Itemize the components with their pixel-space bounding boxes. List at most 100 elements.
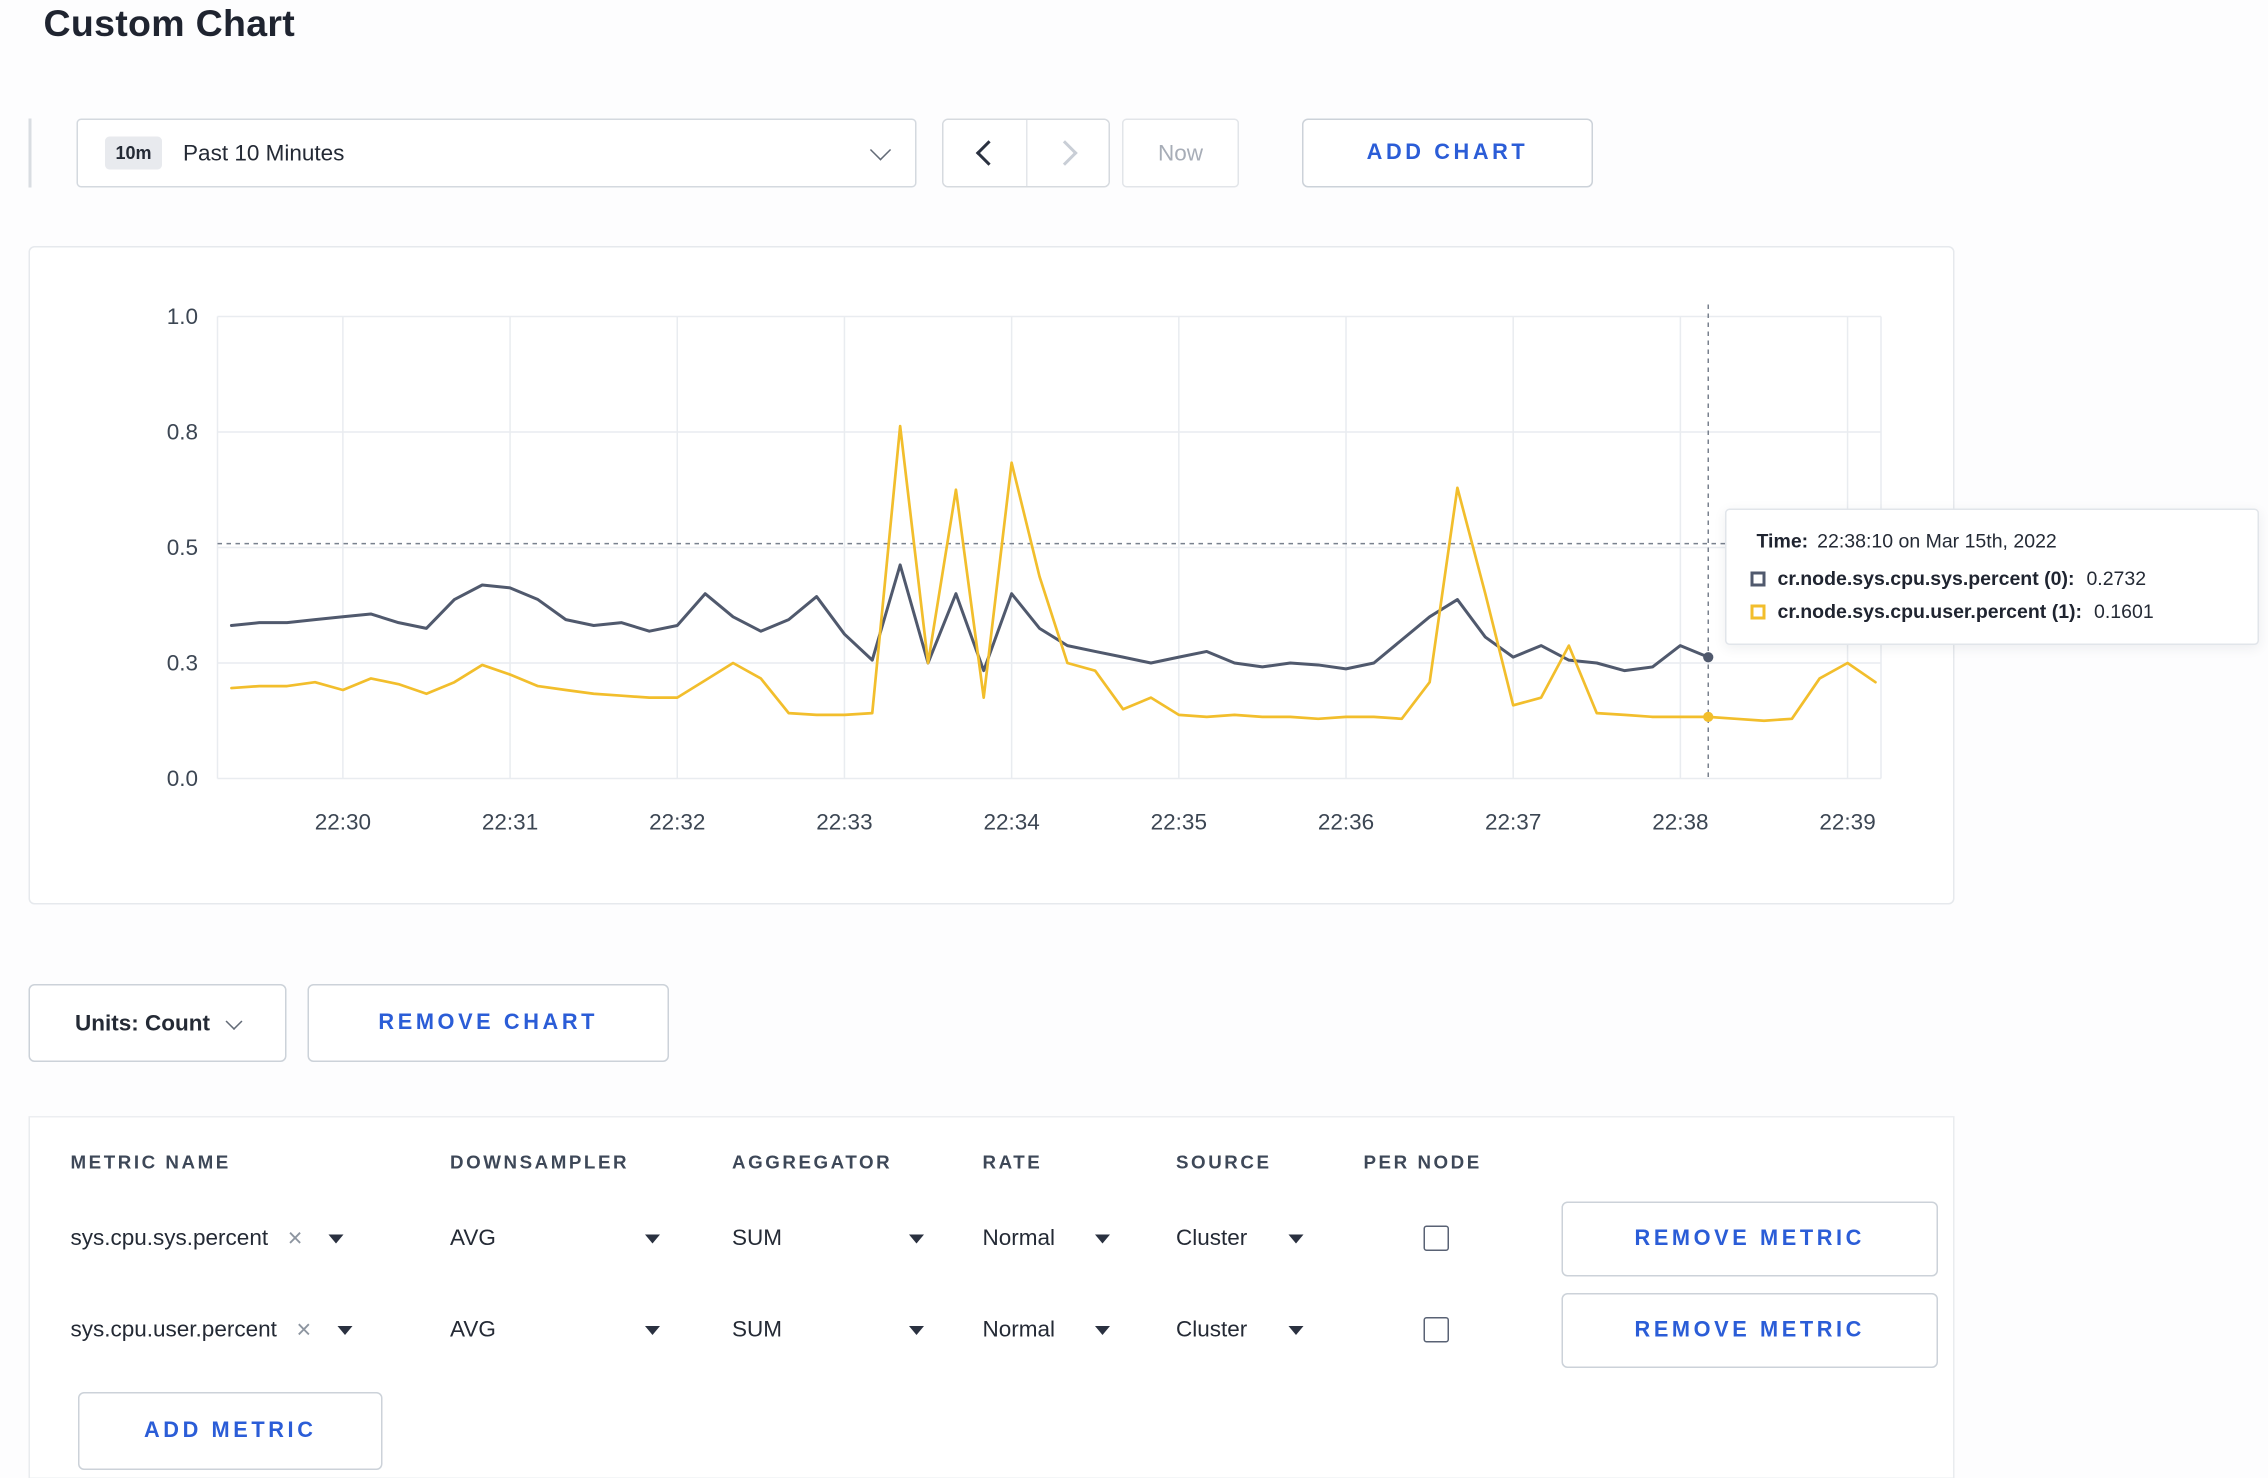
chart-card: 0.0 0.3 0.5 0.8 1.0 22:30 22:31 22:32 22:33 22:34… [28, 246, 1955, 905]
x-axis-label: 22:32 [649, 810, 705, 835]
metric-name[interactable]: sys.cpu.user.percent [71, 1317, 277, 1343]
caret-down-icon [645, 1325, 660, 1335]
chevron-left-icon [975, 140, 1001, 166]
toolbar: 10m Past 10 Minutes Now ADD CHART [28, 118, 1593, 188]
time-pager [942, 118, 1110, 188]
series-line-0 [229, 563, 1710, 673]
units-dropdown[interactable]: Units: Count [28, 984, 287, 1062]
metrics-table: METRIC NAME DOWNSAMPLER AGGREGATOR RATE … [28, 1116, 1955, 1478]
crosshair-dot [1703, 711, 1714, 722]
tooltip-time-label: Time: [1756, 529, 1809, 553]
x-axis-label: 22:35 [1151, 810, 1207, 835]
header-aggregator: AGGREGATOR [732, 1152, 893, 1173]
x-axis-label: 22:34 [983, 810, 1039, 835]
toolbar-divider [28, 118, 32, 188]
header-per-node: PER NODE [1363, 1152, 1482, 1173]
page-title: Custom Chart [43, 3, 296, 45]
time-range-badge: 10m [105, 136, 163, 170]
caret-down-icon[interactable] [327, 1233, 343, 1243]
chevron-right-icon [1052, 140, 1078, 166]
remove-metric-button[interactable]: REMOVE METRIC [1561, 1200, 1938, 1276]
x-axis-label: 22:38 [1652, 810, 1708, 835]
x-axis-label: 22:30 [315, 810, 371, 835]
x-axis-label: 22:39 [1819, 810, 1875, 835]
series-sys-swatch-icon [1750, 570, 1766, 586]
metric-row: sys.cpu.sys.percent × AVG SUM Normal Clu… [71, 1193, 1954, 1285]
metric-row: sys.cpu.user.percent × AVG SUM Normal Cl… [71, 1284, 1954, 1376]
remove-chart-button[interactable]: REMOVE CHART [307, 984, 669, 1062]
tooltip-time-row: Time: 22:38:10 on Mar 15th, 2022 [1751, 530, 2234, 553]
next-time-button[interactable] [1026, 120, 1109, 186]
caret-down-icon[interactable] [336, 1325, 352, 1335]
caret-down-icon [909, 1325, 924, 1335]
tooltip-series-user-row: cr.node.sys.cpu.user.percent (1): 0.1601 [1750, 600, 2234, 623]
caret-down-icon [909, 1233, 924, 1243]
header-rate: RATE [982, 1152, 1043, 1173]
y-axis-label: 0.5 [167, 535, 198, 560]
clear-metric-icon[interactable]: × [288, 1226, 303, 1252]
add-metric-button[interactable]: ADD METRIC [78, 1392, 383, 1470]
header-source: SOURCE [1176, 1152, 1272, 1173]
downsampler-select[interactable]: AVG [450, 1317, 660, 1343]
metrics-chart[interactable]: 0.0 0.3 0.5 0.8 1.0 22:30 22:31 22:32 22:33 22:34… [30, 248, 1953, 904]
aggregator-value: SUM [732, 1317, 783, 1343]
chart-tooltip: Time: 22:38:10 on Mar 15th, 2022 cr.node.… [1725, 508, 2259, 645]
source-value: Cluster [1176, 1317, 1248, 1343]
x-axis-label: 22:36 [1318, 810, 1374, 835]
source-select[interactable]: Cluster [1176, 1225, 1304, 1252]
rate-value: Normal [982, 1225, 1056, 1252]
y-axis-label: 0.0 [167, 766, 198, 791]
add-chart-button[interactable]: ADD CHART [1302, 118, 1593, 188]
header-metric-name: METRIC NAME [70, 1152, 231, 1173]
time-range-dropdown[interactable]: 10m Past 10 Minutes [76, 118, 917, 188]
clear-metric-icon[interactable]: × [296, 1317, 311, 1343]
per-node-checkbox[interactable] [1423, 1225, 1449, 1251]
chevron-down-icon [225, 1012, 243, 1030]
rate-value: Normal [982, 1317, 1056, 1343]
rate-select[interactable]: Normal [982, 1317, 1110, 1343]
caret-down-icon [1095, 1325, 1110, 1335]
tooltip-series-sys-label: cr.node.sys.cpu.sys.percent (0): [1777, 567, 2075, 590]
downsampler-value: AVG [450, 1225, 496, 1252]
rate-select[interactable]: Normal [982, 1225, 1110, 1252]
downsampler-select[interactable]: AVG [450, 1225, 660, 1252]
caret-down-icon [1095, 1233, 1110, 1243]
x-axis-label: 22:37 [1485, 810, 1541, 835]
custom-chart-page: Custom Chart 10m Past 10 Minutes Now ADD… [0, 0, 2268, 1478]
units-label: Units: Count [75, 1010, 210, 1036]
chevron-down-icon [869, 138, 892, 160]
tooltip-series-user-value: 0.1601 [2094, 600, 2154, 623]
y-axis-label: 0.8 [167, 420, 198, 445]
caret-down-icon [1288, 1233, 1304, 1243]
remove-metric-button[interactable]: REMOVE METRIC [1561, 1292, 1938, 1368]
metric-name-select[interactable]: sys.cpu.user.percent × [71, 1317, 451, 1343]
metric-name[interactable]: sys.cpu.sys.percent [71, 1226, 269, 1252]
prev-time-button[interactable] [943, 120, 1026, 186]
series-line-1 [230, 424, 1877, 723]
metric-name-select[interactable]: sys.cpu.sys.percent × [71, 1226, 451, 1252]
caret-down-icon [645, 1233, 660, 1243]
caret-down-icon [1288, 1325, 1304, 1335]
aggregator-select[interactable]: SUM [732, 1317, 924, 1343]
y-axis-label: 0.3 [167, 651, 198, 676]
source-value: Cluster [1176, 1225, 1248, 1252]
tooltip-series-sys-row: cr.node.sys.cpu.sys.percent (0): 0.2732 [1750, 567, 2234, 590]
header-downsampler: DOWNSAMPLER [450, 1152, 630, 1173]
units-bar: Units: Count REMOVE CHART [28, 984, 669, 1062]
per-node-checkbox[interactable] [1423, 1317, 1449, 1343]
now-button[interactable]: Now [1122, 118, 1239, 188]
metrics-table-header: METRIC NAME DOWNSAMPLER AGGREGATOR RATE … [71, 1133, 1954, 1193]
tooltip-series-user-label: cr.node.sys.cpu.user.percent (1): [1777, 600, 2083, 623]
aggregator-select[interactable]: SUM [732, 1225, 924, 1252]
series-user-swatch-icon [1750, 603, 1766, 619]
tooltip-series-sys-value: 0.2732 [2086, 567, 2147, 590]
crosshair-dot [1703, 652, 1714, 663]
x-axis-label: 22:33 [816, 810, 872, 835]
source-select[interactable]: Cluster [1176, 1317, 1304, 1343]
aggregator-value: SUM [732, 1225, 783, 1252]
x-axis-label: 22:31 [482, 810, 538, 835]
time-range-label: Past 10 Minutes [183, 140, 345, 166]
downsampler-value: AVG [450, 1317, 496, 1343]
tooltip-time-value: 22:38:10 on Mar 15th, 2022 [1817, 529, 2057, 553]
y-axis-label: 1.0 [167, 304, 198, 329]
